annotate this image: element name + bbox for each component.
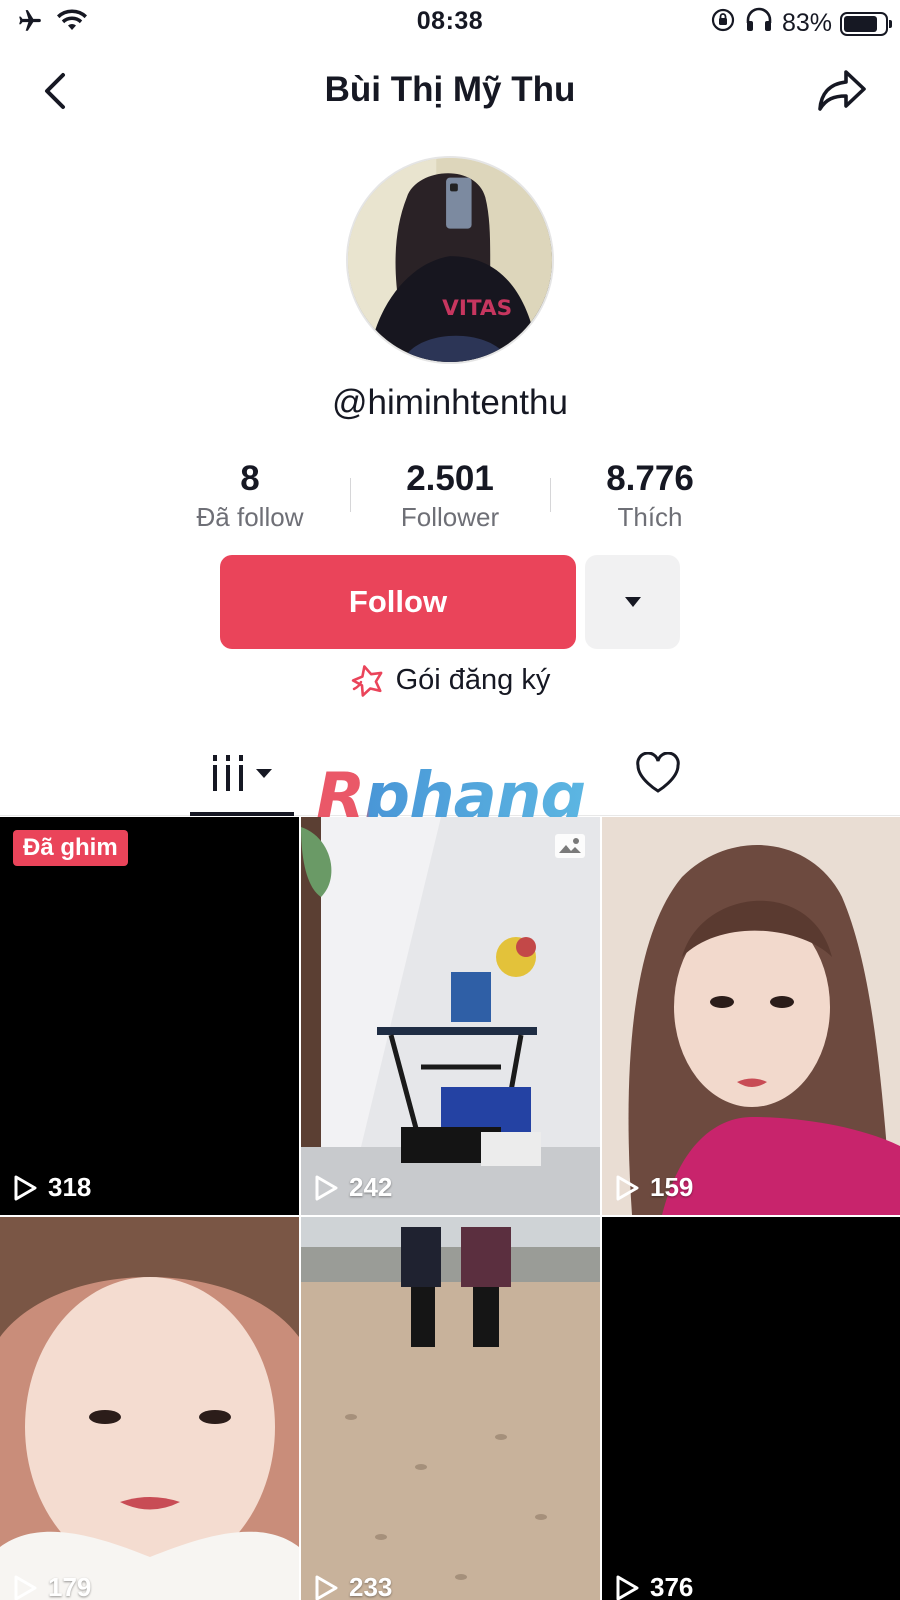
tab-liked[interactable]	[612, 730, 704, 816]
pinned-badge: Đã ghim	[13, 830, 128, 866]
view-count-text: 179	[48, 1572, 92, 1600]
video-tile[interactable]: Đã ghim 318	[0, 817, 299, 1215]
battery-percent: 83%	[781, 9, 832, 37]
share-button[interactable]	[814, 66, 870, 116]
stat-likes[interactable]: 8.776 Thích	[550, 458, 750, 538]
play-icon	[315, 1175, 338, 1200]
caret-down-icon	[624, 597, 641, 607]
heart-icon	[636, 752, 680, 793]
play-icon	[616, 1175, 639, 1200]
orientation-lock-icon	[710, 7, 736, 40]
video-tile[interactable]: 179	[0, 1217, 299, 1600]
svg-text:VITAS: VITAS	[442, 296, 512, 321]
stat-followers-label: Follower	[400, 502, 500, 532]
headphones-icon	[744, 7, 774, 40]
profile-header: Bùi Thị Mỹ Thu	[0, 56, 900, 126]
view-count: 179	[12, 1572, 91, 1600]
stat-following-label: Đã follow	[196, 502, 304, 532]
play-icon	[616, 1575, 639, 1600]
view-count: 242	[313, 1172, 392, 1203]
page-title: Bùi Thị Mỹ Thu	[324, 70, 576, 109]
view-count: 318	[12, 1172, 91, 1203]
caret-down-icon	[256, 769, 272, 778]
username: @himinhtenthu	[332, 383, 568, 422]
video-tile[interactable]: 242	[301, 817, 600, 1215]
video-grid: Đã ghim 318 242 159 179 233 376	[0, 817, 900, 1600]
view-count-text: 159	[650, 1172, 694, 1202]
photo-post-icon	[555, 834, 585, 858]
more-options-button[interactable]	[585, 555, 680, 649]
stat-followers-value: 2.501	[406, 459, 494, 498]
view-count-text: 318	[48, 1172, 92, 1202]
view-count: 376	[614, 1572, 693, 1600]
avatar[interactable]: VITAS	[346, 156, 554, 364]
stat-followers[interactable]: 2.501 Follower	[350, 458, 550, 538]
subscription-link[interactable]: Gói đăng ký	[0, 663, 900, 697]
grid-lines-icon	[213, 755, 243, 791]
view-count-text: 242	[349, 1172, 393, 1202]
play-icon	[14, 1575, 37, 1600]
star-badge-icon	[351, 665, 383, 697]
follow-button[interactable]: Follow	[220, 555, 576, 649]
video-tile[interactable]: 159	[602, 817, 900, 1215]
subscription-label: Gói đăng ký	[395, 663, 551, 696]
tab-videos[interactable]	[190, 730, 294, 816]
battery-icon	[840, 11, 892, 36]
stat-likes-value: 8.776	[606, 459, 694, 498]
view-count: 159	[614, 1172, 693, 1203]
stat-following-value: 8	[240, 459, 260, 498]
active-tab-indicator	[190, 812, 294, 816]
view-count: 233	[313, 1572, 392, 1600]
share-arrow-icon	[818, 70, 866, 111]
video-tile[interactable]: 233	[301, 1217, 600, 1600]
status-bar: 08:38 83%	[0, 0, 900, 44]
profile-stats: 8 Đã follow 2.501 Follower 8.776 Thích	[150, 458, 750, 538]
view-count-text: 376	[650, 1572, 694, 1600]
stat-following[interactable]: 8 Đã follow	[150, 458, 350, 538]
view-count-text: 233	[349, 1572, 393, 1600]
stat-likes-label: Thích	[617, 502, 683, 532]
video-tile[interactable]: 376	[602, 1217, 900, 1600]
play-icon	[14, 1175, 37, 1200]
play-icon	[315, 1575, 338, 1600]
